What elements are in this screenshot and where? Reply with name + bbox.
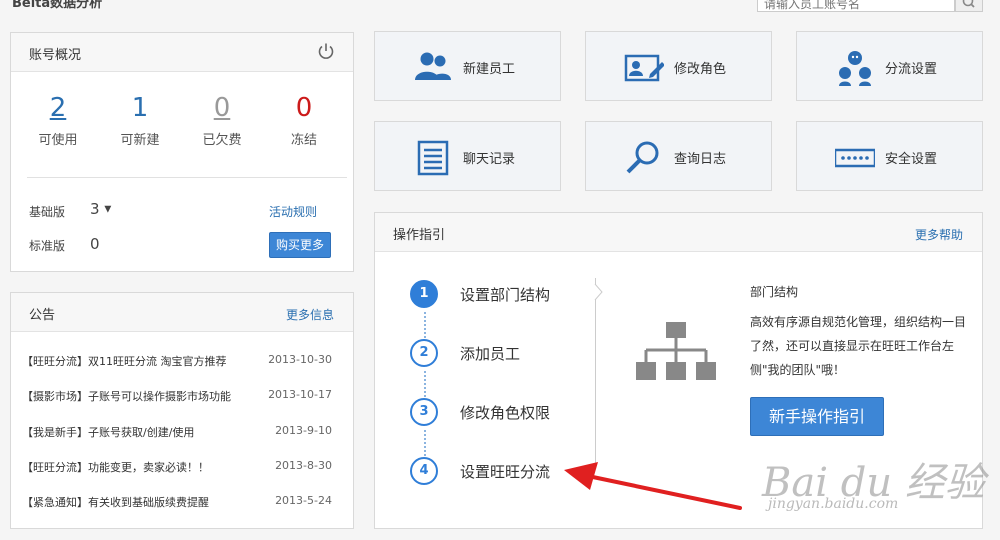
step-label[interactable]: 修改角色权限 <box>460 402 550 423</box>
tile-routing-settings-label: 分流设置 <box>885 62 938 77</box>
basic-edition-value[interactable]: 3 <box>90 200 100 218</box>
step-label[interactable]: 添加员工 <box>460 343 520 364</box>
notice-item[interactable]: 【旺旺分流】功能变更，卖家必读！！ 2013-8-30 <box>22 459 332 477</box>
search-input[interactable] <box>758 0 948 13</box>
notice-item-text[interactable]: 【摄影市场】子账号可以操作摄影市场功能 <box>22 388 231 404</box>
notice-item[interactable]: 【旺旺分流】双11旺旺分流 淘宝官方推荐 2013-10-30 <box>22 353 332 371</box>
stat-overdue-label: 已欠费 <box>202 133 242 148</box>
search-icon <box>962 0 975 8</box>
standard-edition-value: 0 <box>90 235 100 253</box>
notice-item-text[interactable]: 【紧急通知】有关收到基础版续费提醒 <box>22 494 209 510</box>
step-number: 3 <box>410 398 438 426</box>
bots-icon <box>839 51 871 86</box>
baidu-watermark-url: jingyan.baidu.com <box>768 496 899 512</box>
notice-item[interactable]: 【紧急通知】有关收到基础版续费提醒 2013-5-24 <box>22 494 332 512</box>
chevron-down-icon[interactable]: ▼ <box>104 205 111 215</box>
pointer-caret-icon <box>594 284 603 300</box>
tile-new-employee[interactable]: 新建员工 <box>374 31 561 101</box>
notice-item-text[interactable]: 【我是新手】子账号获取/创建/使用 <box>22 424 194 440</box>
document-icon <box>417 140 449 176</box>
standard-edition-label: 标准版 <box>29 239 66 253</box>
account-panel-header: 账号概况 <box>11 33 353 72</box>
stat-frozen-label: 冻结 <box>290 133 317 148</box>
step-label[interactable]: 设置旺旺分流 <box>460 461 550 482</box>
tile-new-employee-label: 新建员工 <box>463 62 516 77</box>
tile-modify-role[interactable]: 修改角色 <box>585 31 772 101</box>
step-number: 4 <box>410 457 438 485</box>
guide-title: 操作指引 <box>393 228 446 243</box>
tile-query-log-label: 查询日志 <box>674 152 727 167</box>
stat-overdue-value[interactable]: 0 <box>192 93 252 127</box>
notice-item-date: 2013-5-24 <box>275 494 332 507</box>
annotation-arrow-icon <box>564 462 742 510</box>
notice-item-text[interactable]: 【旺旺分流】双11旺旺分流 淘宝官方推荐 <box>22 353 227 369</box>
notice-item[interactable]: 【摄影市场】子账号可以操作摄影市场功能 2013-10-17 <box>22 388 332 406</box>
step-connector <box>424 371 426 397</box>
power-icon[interactable] <box>317 42 335 60</box>
notice-item-date: 2013-10-30 <box>268 353 332 366</box>
account-overview-panel: 账号概况 2 可使用 1 可新建 0 已欠费 0 冻结 基础版 3 ▼ 活动规则… <box>10 32 354 272</box>
stat-available-value[interactable]: 2 <box>28 93 88 127</box>
notice-item-text[interactable]: 【旺旺分流】功能变更，卖家必读！！ <box>22 459 209 475</box>
account-panel-title: 账号概况 <box>29 48 82 63</box>
notice-item-date: 2013-8-30 <box>275 459 332 472</box>
beginner-guide-button[interactable]: 新手操作指引 <box>750 397 884 436</box>
tile-chat-history-label: 聊天记录 <box>463 152 516 167</box>
more-info-link[interactable]: 更多信息 <box>286 306 334 323</box>
announcements-title: 公告 <box>29 308 56 323</box>
buy-more-button[interactable]: 购买更多 <box>269 232 331 258</box>
basic-edition-label: 基础版 <box>29 205 66 219</box>
detail-title: 部门结构 <box>750 285 799 299</box>
search-button[interactable] <box>955 0 983 12</box>
stat-creatable: 1 可新建 <box>110 93 170 148</box>
stat-creatable-label: 可新建 <box>120 133 160 148</box>
stat-available-label: 可使用 <box>38 133 78 148</box>
step-connector <box>424 430 426 456</box>
activity-rules-link[interactable]: 活动规则 <box>269 203 317 220</box>
magnifier-icon <box>626 141 659 174</box>
detail-description: 高效有序源自规范化管理，组织结构一目了然，还可以直接显示在旺旺工作台左侧"我的团… <box>750 315 967 377</box>
search-field[interactable] <box>757 0 955 13</box>
tile-security-settings[interactable]: 安全设置 <box>796 121 983 191</box>
edit-card-icon <box>624 54 664 82</box>
users-icon <box>415 52 451 80</box>
tile-chat-history[interactable]: 聊天记录 <box>374 121 561 191</box>
step-number: 2 <box>410 339 438 367</box>
announcements-header: 公告 更多信息 <box>11 293 353 332</box>
app-title: Belta数据分析 <box>12 0 103 11</box>
notice-item[interactable]: 【我是新手】子账号获取/创建/使用 2013-9-10 <box>22 424 332 442</box>
tile-modify-role-label: 修改角色 <box>674 62 727 77</box>
guide-header: 操作指引 更多帮助 <box>375 213 982 252</box>
guide-divider <box>595 278 596 468</box>
tile-routing-settings[interactable]: 分流设置 <box>796 31 983 101</box>
stat-frozen: 0 冻结 <box>274 93 334 148</box>
stat-overdue[interactable]: 0 已欠费 <box>192 93 252 148</box>
org-chart-icon <box>636 322 716 380</box>
step-connector <box>424 312 426 338</box>
step-number: 1 <box>410 280 438 308</box>
stat-frozen-value: 0 <box>295 93 313 123</box>
step-label[interactable]: 设置部门结构 <box>460 284 550 305</box>
tile-query-log[interactable]: 查询日志 <box>585 121 772 191</box>
more-help-link[interactable]: 更多帮助 <box>915 226 963 243</box>
notice-item-date: 2013-9-10 <box>275 424 332 437</box>
password-icon <box>835 148 875 168</box>
notice-item-date: 2013-10-17 <box>268 388 332 401</box>
tile-security-settings-label: 安全设置 <box>885 152 938 167</box>
stat-available[interactable]: 2 可使用 <box>28 93 88 148</box>
stat-creatable-value: 1 <box>131 93 149 123</box>
basic-edition-select[interactable]: 3 ▼ <box>90 200 111 218</box>
divider <box>27 177 347 178</box>
